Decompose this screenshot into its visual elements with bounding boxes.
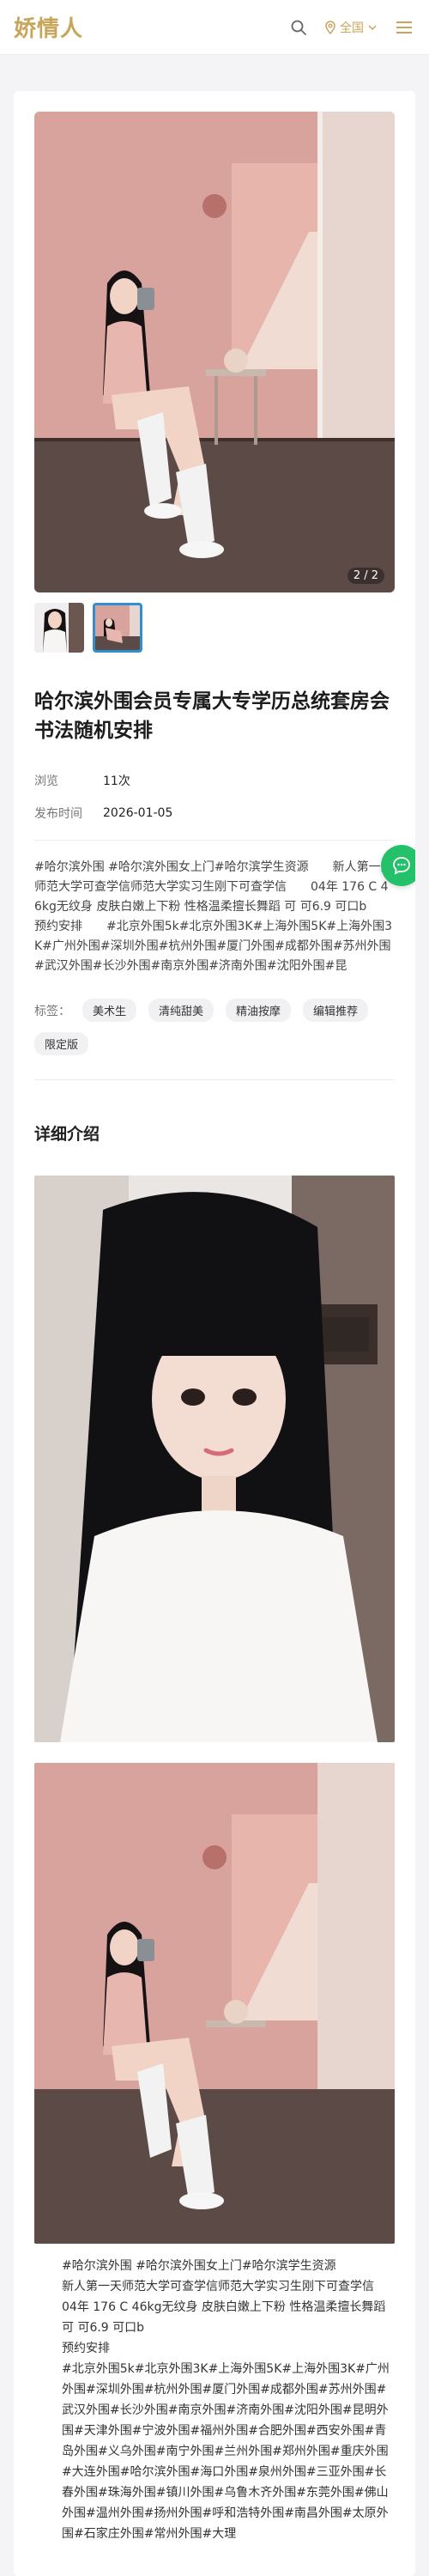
tag-chip[interactable]: 清纯甜美: [148, 999, 214, 1022]
detail-photo-2: [34, 1763, 395, 2244]
site-logo[interactable]: 娇情人: [14, 11, 83, 43]
header-actions: 全国: [288, 17, 415, 38]
thumbnail-2[interactable]: [93, 603, 142, 653]
divider: [34, 840, 395, 841]
post-meta: 浏览 11次 发布时间 2026-01-05: [34, 764, 395, 829]
tag-list: 标签： 美术生 清纯甜美 精油按摩 编辑推荐 限定版: [34, 999, 395, 1055]
tag-chip[interactable]: 编辑推荐: [303, 999, 369, 1022]
detail-text: #哈尔滨外围 #哈尔滨外围女上门#哈尔滨学生资源 新人第一天师范大学可查学信师范…: [34, 2256, 395, 2544]
meta-value: 11次: [103, 775, 130, 788]
location-pin-icon: [324, 20, 336, 34]
tags-label: 标签：: [34, 1004, 70, 1018]
meta-label: 浏览: [34, 775, 58, 788]
detail-paragraph: 新人第一天师范大学可查学信师范大学实习生刚下可查学信: [62, 2280, 374, 2293]
chevron-down-icon: [367, 22, 378, 33]
region-label: 全国: [340, 21, 364, 35]
post-description: #哈尔滨外围 #哈尔滨外围女上门#哈尔滨学生资源 新人第一天师范大学可查学信师范…: [34, 860, 393, 973]
detail-paragraph: 预约安排: [62, 2342, 110, 2355]
post-card: 2 / 2 哈尔滨外围会员专属大专学历总统套房会书法随机安排 浏览 11次 发布…: [14, 91, 415, 2576]
meta-value: 2026-01-05: [103, 806, 173, 820]
region-selector[interactable]: 全国: [324, 19, 378, 36]
detail-photo-1: [34, 1176, 395, 1742]
top-bar: 娇情人 全国: [0, 0, 429, 55]
tag-chip[interactable]: 美术生: [82, 999, 137, 1022]
detail-paragraph: #哈尔滨外围 #哈尔滨外围女上门#哈尔滨学生资源: [62, 2259, 336, 2273]
post-title: 哈尔滨外围会员专属大专学历总统套房会书法随机安排: [34, 690, 390, 742]
meta-publish-date: 发布时间 2026-01-05: [34, 797, 395, 829]
detail-paragraph: #北京外围5k#北京外围3K#上海外围5K#上海外围3K#广州外围#深圳外围#杭…: [62, 2362, 390, 2541]
main-photo[interactable]: 2 / 2: [34, 112, 395, 592]
tag-chip[interactable]: 精油按摩: [226, 999, 292, 1022]
section-title: 详细介绍: [34, 1125, 100, 1144]
meta-views: 浏览 11次: [34, 764, 395, 797]
thumbnail-strip: [34, 603, 395, 653]
detail-paragraph: 04年 176 C 46kg无纹身 皮肤白嫩上下粉 性格温柔擅长舞蹈 可 可6.…: [62, 2300, 386, 2335]
tag-chip[interactable]: 限定版: [34, 1032, 89, 1055]
menu-icon[interactable]: [393, 17, 415, 38]
divider: [34, 1079, 395, 1080]
chat-button[interactable]: [381, 845, 415, 886]
photo-counter: 2 / 2: [347, 568, 384, 584]
chat-bubble-icon: [391, 855, 412, 876]
meta-label: 发布时间: [34, 807, 82, 821]
thumbnail-1[interactable]: [34, 603, 84, 653]
search-icon[interactable]: [288, 17, 309, 38]
